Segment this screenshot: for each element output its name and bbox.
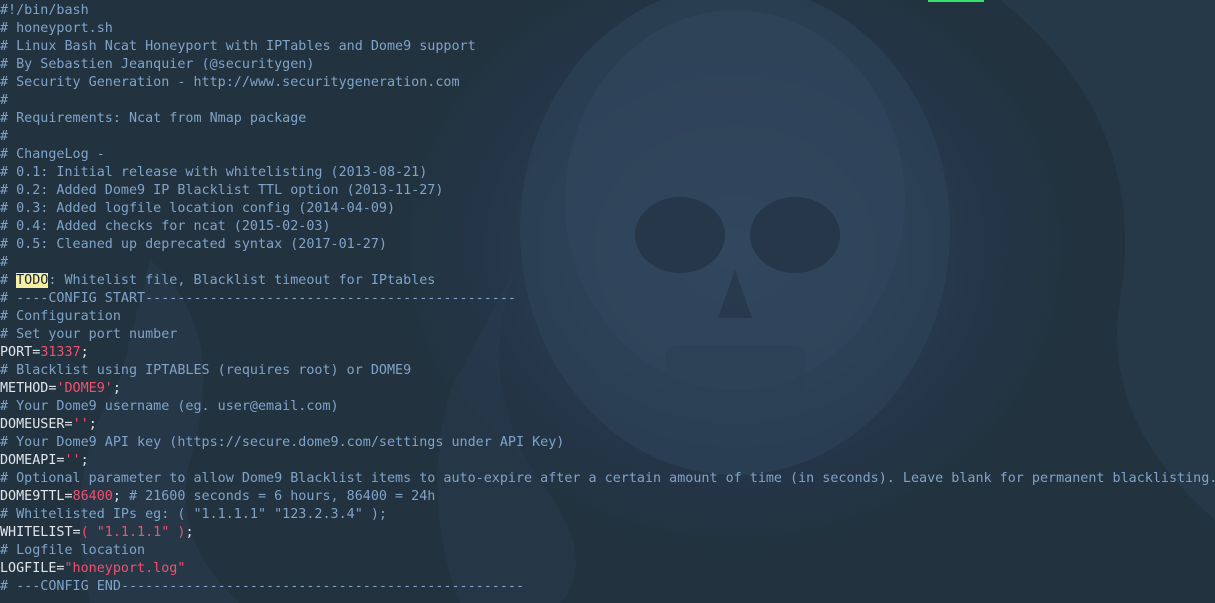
code-line: # Blacklist using IPTABLES (requires roo… xyxy=(0,362,1215,380)
variable-value: '' xyxy=(72,417,89,432)
code-line: # 0.5: Cleaned up deprecated syntax (201… xyxy=(0,236,1215,254)
code-line: # Your Dome9 username (eg. user@email.co… xyxy=(0,398,1215,416)
statement-end: ; xyxy=(112,381,121,396)
code-line-text: # xyxy=(0,129,9,144)
code-line-text: # Blacklist using IPTABLES (requires roo… xyxy=(0,363,412,378)
code-line: # Linux Bash Ncat Honeyport with IPTable… xyxy=(0,38,1215,56)
code-line: # honeyport.sh xyxy=(0,20,1215,38)
code-line-text: # ---CONFIG END-------------------------… xyxy=(0,579,525,594)
code-line-text: # Your Dome9 API key (https://secure.dom… xyxy=(0,435,565,450)
code-line: # TODO: Whitelist file, Blacklist timeou… xyxy=(0,272,1215,290)
code-line: # xyxy=(0,128,1215,146)
code-line: # Logfile location xyxy=(0,542,1215,560)
code-line: # Requirements: Ncat from Nmap package xyxy=(0,110,1215,128)
code-line-text: # 0.4: Added checks for ncat (2015-02-03… xyxy=(0,219,331,234)
code-line: # 0.3: Added logfile location config (20… xyxy=(0,200,1215,218)
todo-highlight: TODO xyxy=(16,273,49,288)
statement-end: ; xyxy=(80,453,89,468)
code-line: # 0.1: Initial release with whitelisting… xyxy=(0,164,1215,182)
code-line: # ---CONFIG END-------------------------… xyxy=(0,578,1215,596)
statement-end: ; xyxy=(185,525,194,540)
variable-value: '' xyxy=(64,453,81,468)
variable-value: 86400 xyxy=(72,489,113,504)
comment-text: : Whitelist file, Blacklist timeout for … xyxy=(48,273,436,288)
variable-name: DOME9TTL= xyxy=(0,489,73,504)
code-line: LOGFILE="honeyport.log" xyxy=(0,560,1215,578)
inline-comment: # 21600 seconds = 6 hours, 86400 = 24h xyxy=(129,489,436,504)
code-line-text: # Logfile location xyxy=(0,543,146,558)
code-line: # Set your port number xyxy=(0,326,1215,344)
statement-end: ; xyxy=(88,417,97,432)
code-line: DOME9TTL=86400; # 21600 seconds = 6 hour… xyxy=(0,488,1215,506)
code-line: WHITELIST=( "1.1.1.1" ); xyxy=(0,524,1215,542)
code-line: # Optional parameter to allow Dome9 Blac… xyxy=(0,470,1215,488)
terminal-window[interactable]: #!/bin/bash # honeyport.sh # Linux Bash Nc… xyxy=(0,0,1215,603)
code-line-text: # Optional parameter to allow Dome9 Blac… xyxy=(0,471,1215,486)
statement-end: ; xyxy=(80,345,89,360)
code-line: # ----CONFIG START----------------------… xyxy=(0,290,1215,308)
code-line-text: # Security Generation - http://www.secur… xyxy=(0,75,460,90)
code-line-text: # honeyport.sh xyxy=(0,21,113,36)
variable-name: LOGFILE= xyxy=(0,561,65,576)
code-line-text: # ----CONFIG START----------------------… xyxy=(0,291,516,306)
code-line: # 0.4: Added checks for ncat (2015-02-03… xyxy=(0,218,1215,236)
code-line-text: # Configuration xyxy=(0,309,121,324)
code-line-text: # 0.5: Cleaned up deprecated syntax (201… xyxy=(0,237,387,252)
code-line: DOMEAPI=''; xyxy=(0,452,1215,470)
variable-name: PORT= xyxy=(0,345,41,360)
variable-value: ( "1.1.1.1" ) xyxy=(80,525,186,540)
code-line: # ChangeLog - xyxy=(0,146,1215,164)
code-line: # Configuration xyxy=(0,308,1215,326)
code-line: # Security Generation - http://www.secur… xyxy=(0,74,1215,92)
code-line-text: # Whitelisted IPs eg: ( "1.1.1.1" "123.2… xyxy=(0,507,387,522)
code-line-text: # Set your port number xyxy=(0,327,178,342)
code-line-text: # xyxy=(0,255,9,270)
code-line-text: # 0.1: Initial release with whitelisting… xyxy=(0,165,428,180)
variable-value: "honeyport.log" xyxy=(64,561,186,576)
code-line: # Whitelisted IPs eg: ( "1.1.1.1" "123.2… xyxy=(0,506,1215,524)
code-line: METHOD='DOME9'; xyxy=(0,380,1215,398)
variable-value: 31337 xyxy=(40,345,81,360)
code-line: # xyxy=(0,92,1215,110)
code-line: PORT=31337; xyxy=(0,344,1215,362)
comment-prefix: # xyxy=(0,273,17,288)
code-line: # xyxy=(0,254,1215,272)
variable-value: 'DOME9' xyxy=(56,381,113,396)
code-line-text: # Requirements: Ncat from Nmap package xyxy=(0,111,307,126)
code-editor[interactable]: #!/bin/bash # honeyport.sh # Linux Bash Nc… xyxy=(0,2,1215,596)
code-line-text: # Linux Bash Ncat Honeyport with IPTable… xyxy=(0,39,476,54)
code-line-text: # 0.3: Added logfile location config (20… xyxy=(0,201,396,216)
code-line-text: # By Sebastien Jeanquier (@securitygen) xyxy=(0,57,315,72)
variable-name: DOMEAPI= xyxy=(0,453,65,468)
statement-end: ; xyxy=(112,489,129,504)
variable-name: METHOD= xyxy=(0,381,57,396)
code-line-text: #!/bin/bash xyxy=(0,3,89,18)
variable-name: WHITELIST= xyxy=(0,525,81,540)
code-line: DOMEUSER=''; xyxy=(0,416,1215,434)
code-line-text: # Your Dome9 username (eg. user@email.co… xyxy=(0,399,339,414)
code-line-text: # 0.2: Added Dome9 IP Blacklist TTL opti… xyxy=(0,183,444,198)
code-line-text: # xyxy=(0,93,9,108)
code-line: # Your Dome9 API key (https://secure.dom… xyxy=(0,434,1215,452)
code-line: #!/bin/bash xyxy=(0,2,1215,20)
code-line: # By Sebastien Jeanquier (@securitygen) xyxy=(0,56,1215,74)
code-line: # 0.2: Added Dome9 IP Blacklist TTL opti… xyxy=(0,182,1215,200)
code-line-text: # ChangeLog - xyxy=(0,147,105,162)
variable-name: DOMEUSER= xyxy=(0,417,73,432)
